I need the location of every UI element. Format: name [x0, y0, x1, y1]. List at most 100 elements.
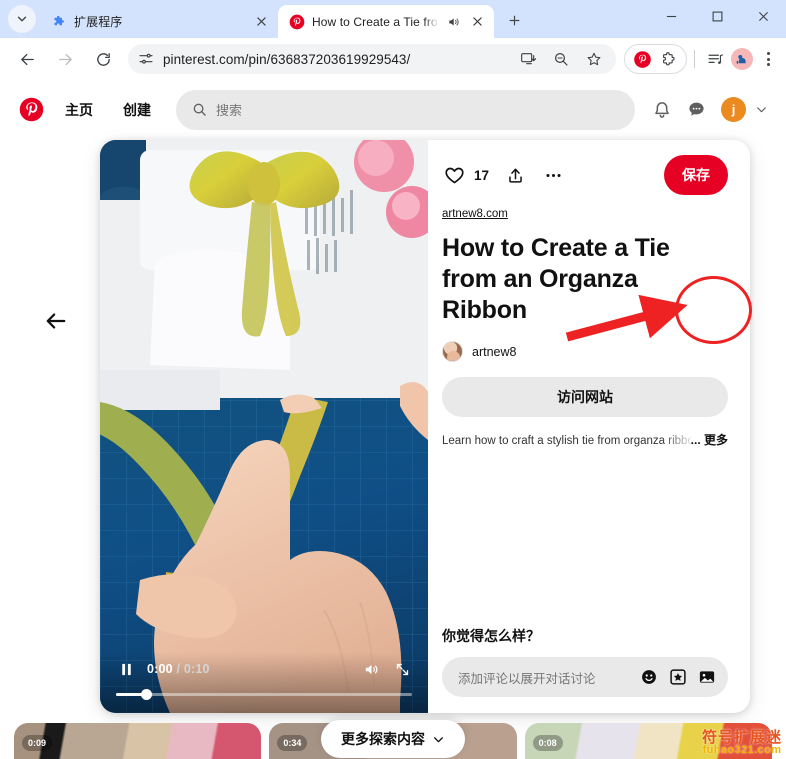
seek-handle[interactable] — [140, 688, 152, 700]
search-icon — [193, 103, 206, 116]
back-arrow-icon — [46, 313, 66, 329]
video-time: 0:00 / 0:10 — [147, 662, 210, 676]
volume-on-icon[interactable] — [361, 659, 381, 679]
show-more-link[interactable]: ... 更多 — [691, 431, 728, 448]
pause-icon[interactable] — [116, 659, 136, 679]
search-input[interactable]: 搜索 — [176, 89, 635, 130]
chrome-menu-icon[interactable] — [756, 46, 780, 72]
video-seek-bar[interactable] — [116, 687, 412, 701]
browser-toolbar: pinterest.com/pin/636837203619929543/ — [0, 38, 786, 80]
watermark: 符号扩展迷 fuhao321.com — [702, 729, 782, 757]
bookmark-star-icon[interactable] — [582, 47, 606, 71]
pinterest-extension-icon[interactable] — [630, 47, 654, 71]
tab-close-button[interactable] — [252, 13, 270, 31]
chevron-down-icon[interactable] — [750, 95, 772, 125]
page-back-button[interactable] — [42, 307, 70, 335]
explore-more-label: 更多探索内容 — [341, 731, 425, 747]
forward-arrow-icon — [58, 53, 72, 65]
site-settings-icon[interactable] — [137, 51, 154, 68]
browser-tab-extensions[interactable]: 扩展程序 — [40, 5, 278, 38]
image-icon[interactable] — [697, 668, 716, 687]
watermark-en: fuhao321.com — [702, 744, 782, 757]
pinterest-header: 主页 创建 搜索 j — [0, 80, 786, 139]
pin-author[interactable]: artnew8 — [442, 341, 728, 363]
comment-input[interactable]: 添加评论以展开对话讨论 — [442, 657, 728, 697]
browser-reload-button[interactable] — [88, 44, 118, 74]
pin-description: Learn how to craft a stylish tie from or… — [442, 435, 691, 448]
video-frame — [100, 140, 428, 713]
chevron-down-icon — [434, 736, 443, 742]
list-item[interactable]: 0:09 — [14, 723, 262, 759]
comment-section: 你觉得怎么样？ 添加评论以展开对话讨论 — [442, 626, 728, 713]
messages-icon[interactable] — [681, 95, 711, 125]
tab-close-button[interactable] — [468, 13, 486, 31]
pinterest-icon — [289, 14, 305, 30]
page-title: How to Create a Tie from an Organza Ribb… — [442, 234, 670, 324]
search-placeholder: 搜索 — [216, 103, 243, 118]
source-domain-link[interactable]: artnew8.com — [442, 208, 508, 220]
address-bar[interactable]: pinterest.com/pin/636837203619929543/ — [128, 44, 616, 74]
notifications-bell-icon[interactable] — [647, 95, 677, 125]
browser-tab-title: 扩展程序 — [74, 15, 123, 29]
chrome-profile-avatar[interactable] — [731, 48, 753, 70]
closeup-container: 0:00 / 0:10 17 保存 artnew8.com How to Cre… — [0, 139, 786, 759]
heart-icon[interactable] — [442, 163, 466, 187]
pin-action-row: 17 保存 — [442, 155, 728, 195]
explore-more-button[interactable]: 更多探索内容 — [321, 720, 465, 758]
explore-more-strip: 0:09 0:34 0:08 更多探索内容 — [0, 720, 786, 759]
puzzle-icon — [51, 14, 67, 30]
pinterest-page: 主页 创建 搜索 j 0:00 / 0:10 17 保存 artnew8.com… — [0, 80, 786, 759]
comment-heading: 你觉得怎么样？ — [442, 628, 540, 644]
emoji-icon[interactable] — [639, 668, 658, 687]
like-count: 17 — [474, 167, 490, 183]
more-options-icon[interactable] — [541, 163, 565, 187]
new-tab-button[interactable] — [500, 6, 528, 34]
browser-back-button[interactable] — [12, 44, 42, 74]
window-minimize-button[interactable] — [648, 0, 694, 32]
extensions-puzzle-icon[interactable] — [657, 47, 681, 71]
seek-track — [116, 692, 412, 696]
back-arrow-icon — [20, 53, 34, 65]
pin-description-row: Learn how to craft a stylish tie from or… — [442, 431, 728, 448]
tab-audio-icon[interactable] — [446, 14, 461, 29]
reading-list-icon[interactable] — [702, 46, 728, 72]
video-controls: 0:00 / 0:10 — [100, 652, 428, 713]
pinterest-logo-icon[interactable] — [14, 93, 48, 127]
avatar[interactable]: j — [721, 97, 746, 122]
video-time-separator: / — [176, 662, 181, 676]
video-duration-badge: 0:09 — [22, 735, 53, 751]
zoom-icon[interactable] — [549, 47, 573, 71]
window-controls — [648, 0, 786, 38]
browser-tab-strip: 扩展程序 How to Create a Tie from — [0, 0, 786, 38]
pin-closeup-card: 0:00 / 0:10 17 保存 artnew8.com How to Cre… — [100, 140, 750, 713]
pin-details: 17 保存 artnew8.com How to Create a Tie fr… — [428, 140, 750, 713]
share-icon[interactable] — [503, 163, 527, 187]
browser-tab-pinterest[interactable]: How to Create a Tie from — [278, 5, 494, 38]
plus-icon — [509, 15, 519, 25]
chevron-down-icon — [17, 16, 27, 22]
expand-icon[interactable] — [392, 659, 412, 679]
window-close-button[interactable] — [740, 0, 786, 32]
address-bar-url: pinterest.com/pin/636837203619929543/ — [163, 51, 411, 67]
video-duration-badge: 0:08 — [532, 735, 563, 751]
reload-icon — [96, 52, 110, 66]
browser-tab-title: How to Create a Tie from — [312, 14, 439, 29]
save-button[interactable]: 保存 — [664, 155, 728, 195]
browser-forward-button[interactable] — [50, 44, 80, 74]
toolbar-divider — [694, 50, 695, 68]
extensions-pill — [624, 44, 687, 74]
pin-video-player[interactable]: 0:00 / 0:10 — [100, 140, 428, 713]
comment-placeholder: 添加评论以展开对话讨论 — [458, 671, 596, 686]
video-duration: 0:10 — [183, 662, 210, 676]
visit-site-button[interactable]: 访问网站 — [442, 377, 728, 418]
window-maximize-button[interactable] — [694, 0, 740, 32]
sidebar-item-create[interactable]: 创建 — [110, 92, 164, 128]
install-app-icon[interactable] — [516, 47, 540, 71]
avatar — [442, 341, 463, 363]
tab-search-button[interactable] — [8, 5, 36, 33]
sticker-icon[interactable] — [668, 668, 687, 687]
author-name: artnew8 — [472, 344, 517, 359]
sidebar-item-home[interactable]: 主页 — [52, 92, 106, 128]
video-current-time: 0:00 — [147, 662, 173, 676]
video-duration-badge: 0:34 — [277, 735, 308, 751]
